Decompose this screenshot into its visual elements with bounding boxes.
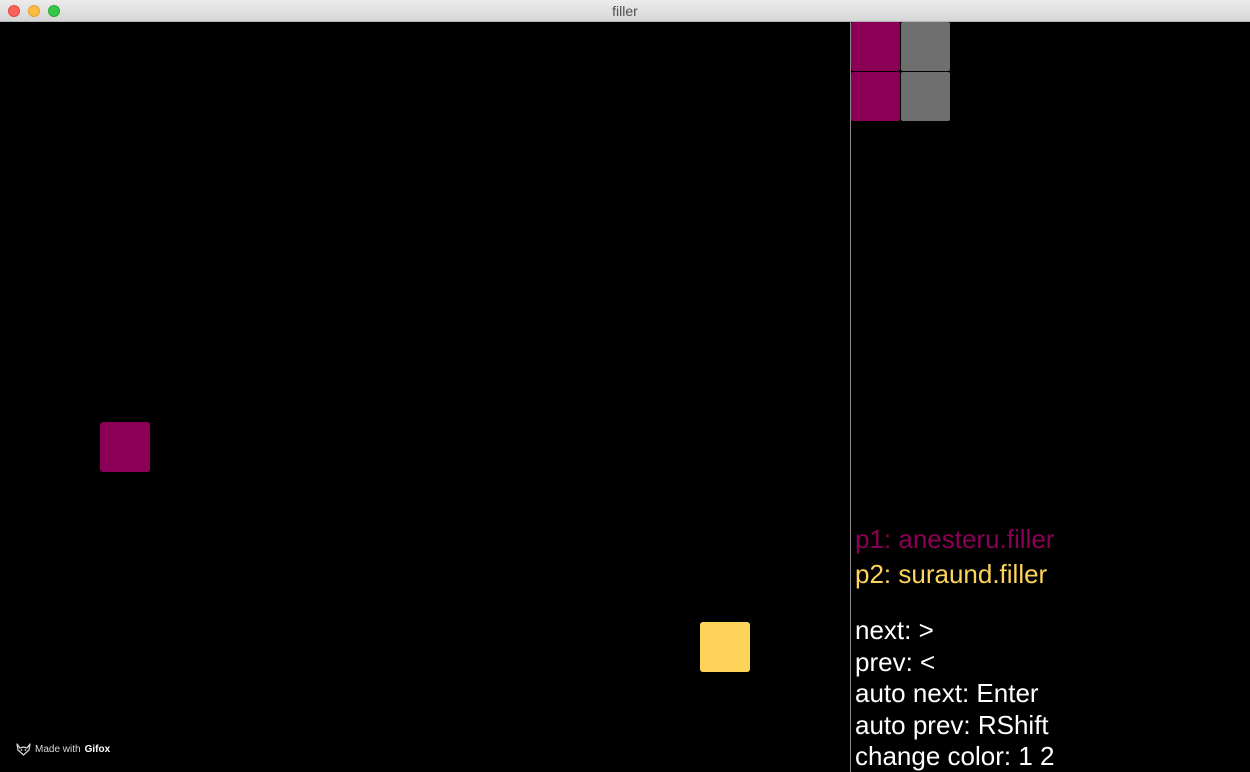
player-2-label: p2: suraund.filler — [855, 559, 1048, 589]
piece-filled-cell — [851, 72, 900, 121]
piece-empty-cell — [901, 72, 950, 121]
watermark-prefix: Made with — [35, 744, 81, 755]
control-change-color: change color: 1 2 — [855, 741, 1055, 771]
control-next: next: > — [855, 615, 934, 645]
fox-icon — [16, 743, 31, 756]
control-auto-next: auto next: Enter — [855, 678, 1039, 708]
watermark-brand: Gifox — [84, 744, 111, 755]
p1-board-cell — [100, 422, 150, 472]
p2-board-cell — [700, 622, 750, 672]
piece-filled-cell — [851, 22, 900, 71]
control-auto-prev: auto prev: RShift — [855, 709, 1049, 740]
control-prev: prev: < — [855, 646, 936, 677]
app-window: filler p1: anesteru.filler p2: suraund.f… — [0, 0, 1250, 772]
title-bar: filler — [0, 0, 1250, 22]
window-title: filler — [612, 3, 638, 19]
player-1-label: p1: anesteru.filler — [855, 524, 1055, 554]
info-panel: p1: anesteru.filler p2: suraund.filler n… — [851, 22, 1250, 772]
controls-help: next: > prev: < auto next: Enter auto pr… — [855, 615, 1054, 772]
game-board — [0, 22, 850, 772]
gifox-watermark: Made with Gifox — [16, 743, 110, 756]
piece-empty-cell — [901, 22, 950, 71]
